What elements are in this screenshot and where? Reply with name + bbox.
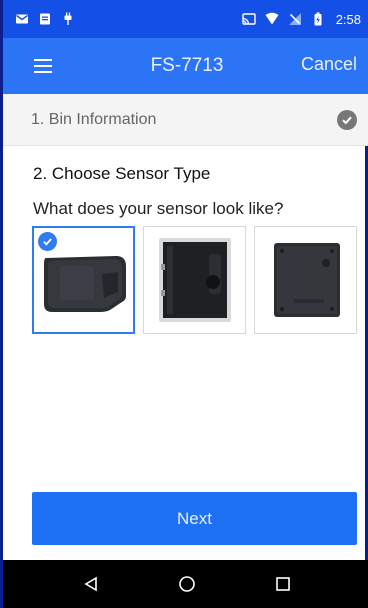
status-bar: 2:58 bbox=[3, 0, 368, 38]
screen-frame: 2:58 FS-7713 Cancel 1. Bin Information 2… bbox=[0, 0, 368, 608]
battery-charging-icon bbox=[314, 12, 322, 26]
cancel-button[interactable]: Cancel bbox=[301, 54, 357, 75]
bin-information-section[interactable]: 1. Bin Information bbox=[3, 94, 368, 146]
system-navigation-bar bbox=[3, 560, 368, 608]
back-button[interactable] bbox=[71, 564, 111, 604]
cast-icon bbox=[241, 13, 256, 25]
sensor-option-1[interactable] bbox=[32, 226, 135, 334]
selected-check-icon bbox=[38, 232, 57, 251]
sensor-image-1 bbox=[43, 256, 126, 312]
recents-square-icon bbox=[276, 577, 290, 591]
sensor-image-2 bbox=[158, 238, 231, 322]
hamburger-menu-icon bbox=[34, 59, 52, 73]
app-bar: FS-7713 Cancel bbox=[3, 38, 368, 94]
signal-icon bbox=[288, 13, 301, 25]
document-icon bbox=[40, 13, 50, 25]
home-circle-icon bbox=[179, 576, 195, 592]
next-button[interactable]: Next bbox=[32, 492, 357, 545]
sensor-option-2[interactable] bbox=[143, 226, 246, 334]
android-icon bbox=[64, 12, 72, 25]
recents-button[interactable] bbox=[263, 564, 303, 604]
sensor-image-3 bbox=[273, 243, 340, 317]
status-bar-left bbox=[15, 12, 75, 26]
sensor-options bbox=[32, 226, 357, 334]
home-button[interactable] bbox=[167, 564, 207, 604]
mail-icon bbox=[16, 14, 28, 24]
back-triangle-icon bbox=[84, 576, 97, 592]
completed-check-icon bbox=[337, 109, 357, 130]
status-time: 2:58 bbox=[335, 11, 361, 27]
status-bar-right: 2:58 bbox=[241, 11, 361, 27]
wifi-icon bbox=[265, 12, 279, 25]
menu-button[interactable] bbox=[21, 44, 65, 88]
sensor-option-3[interactable] bbox=[254, 226, 357, 334]
sensor-type-title: 2. Choose Sensor Type bbox=[33, 164, 211, 183]
bin-information-label: 1. Bin Information bbox=[31, 110, 157, 128]
sensor-type-question: What does your sensor look like? bbox=[33, 199, 284, 218]
